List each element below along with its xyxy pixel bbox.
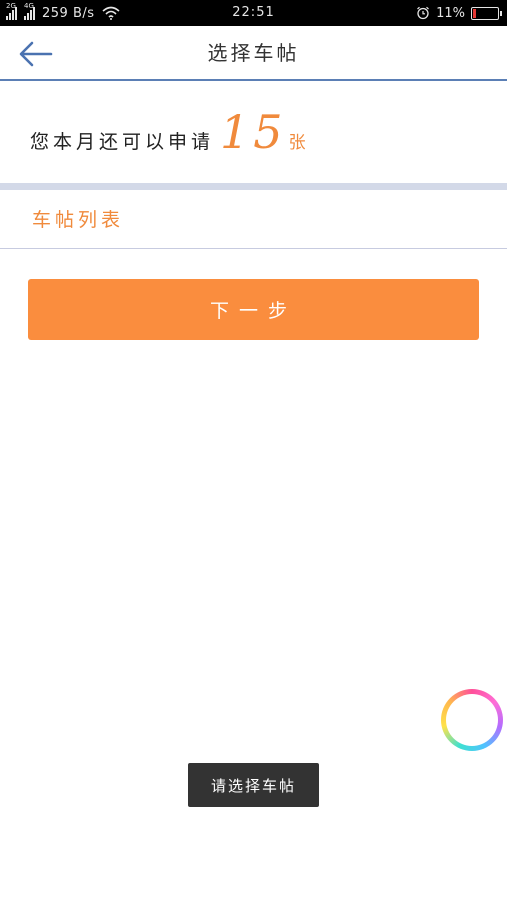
status-bar: 2G 4G 259 B/s 22:51 11% [0, 0, 507, 26]
floating-ball-icon[interactable] [441, 689, 503, 751]
toast-message: 请选择车帖 [188, 763, 319, 807]
battery-percent: 11% [436, 5, 465, 21]
battery-fill [473, 8, 476, 18]
list-divider [0, 248, 507, 249]
battery-icon [471, 6, 502, 20]
quota-label: 您本月还可以申请 [30, 131, 215, 153]
page-title: 选择车帖 [207, 41, 300, 65]
alarm-icon [417, 6, 429, 20]
status-right-group: 11% [416, 0, 502, 26]
section-divider [0, 183, 507, 190]
quota-unit: 张 [288, 133, 306, 153]
quota-count: 15 [220, 105, 287, 159]
app-header: 选择车帖 [0, 26, 507, 81]
quota-row: 您本月还可以申请 15 张 [30, 105, 306, 165]
next-step-button[interactable]: 下一步 [28, 279, 479, 340]
quota-section: 您本月还可以申请 15 张 [0, 83, 507, 183]
post-list-title: 车帖列表 [32, 209, 125, 231]
